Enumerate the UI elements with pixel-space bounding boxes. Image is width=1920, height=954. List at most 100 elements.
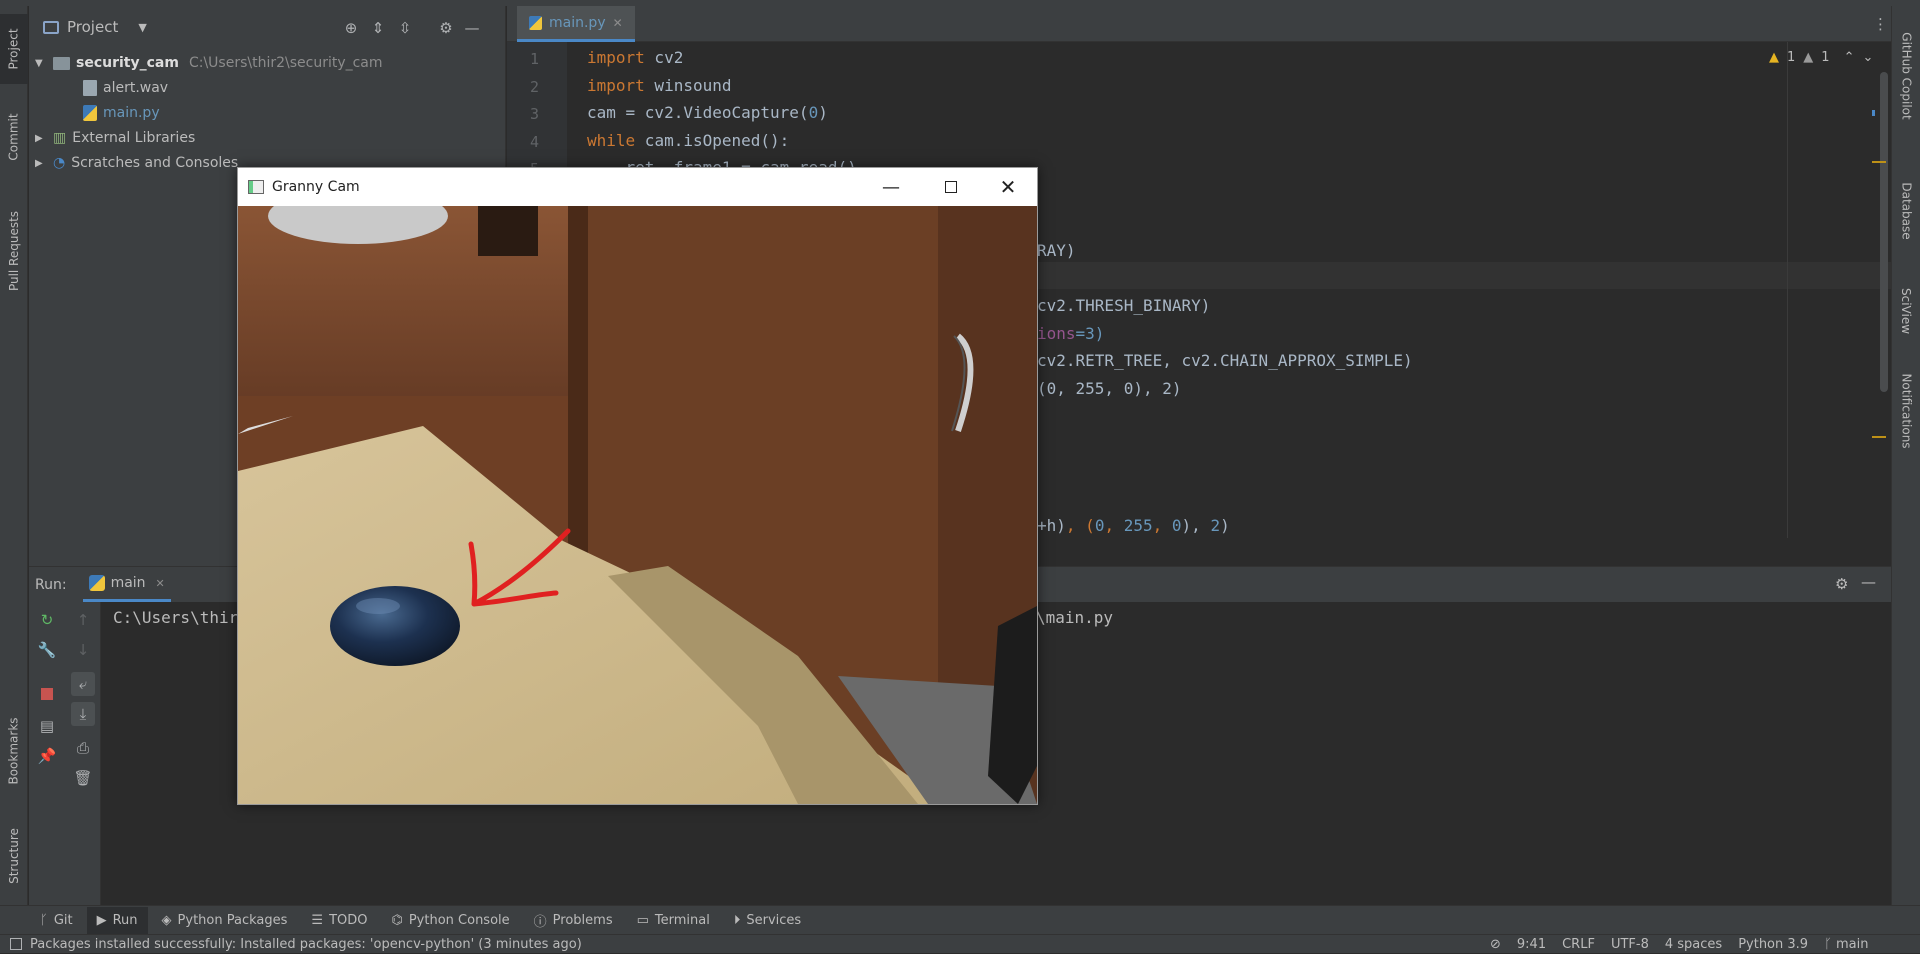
chevron-right-icon[interactable]: ▶ — [35, 133, 47, 144]
window-title-bar[interactable]: Granny Cam — ✕ — [238, 168, 1037, 206]
toolbar-git[interactable]: ᚴ Git — [30, 907, 83, 934]
ai-assistant-off-icon[interactable]: ⊘ — [1490, 937, 1501, 952]
error-stripe-mark[interactable] — [1872, 110, 1875, 116]
collapse-all-icon[interactable]: ⇳ — [395, 18, 415, 38]
tree-label: External Libraries — [72, 130, 196, 146]
file-name: main.py — [103, 105, 160, 121]
tool-tab-database[interactable]: Database — [1892, 166, 1920, 256]
play-icon: ▶ — [96, 912, 107, 928]
tool-tab-github-copilot[interactable]: GitHub Copilot — [1892, 16, 1920, 136]
toolbar-todo[interactable]: ☰ TODO — [301, 907, 377, 934]
status-square-icon[interactable] — [10, 938, 22, 950]
chevron-right-icon[interactable]: ▶ — [35, 158, 47, 169]
gear-icon[interactable]: ⚙ — [1835, 575, 1848, 593]
pin-icon[interactable]: 📌 — [35, 744, 59, 768]
expand-all-icon[interactable]: ⇕ — [368, 18, 388, 38]
library-icon: ▥ — [53, 130, 67, 146]
tool-tab-label: Database — [1899, 182, 1914, 240]
soft-wrap-icon[interactable]: ⤶ — [71, 672, 95, 696]
inspection-widget[interactable]: ▲ 1 ▲ 1 ⌃ ⌄ — [1769, 50, 1873, 65]
code-text: winsound — [644, 76, 732, 95]
caret-position[interactable]: 9:41 — [1517, 937, 1546, 952]
tool-tab-notifications[interactable]: Notifications — [1892, 361, 1920, 461]
project-title[interactable]: Project — [67, 18, 118, 36]
right-margin-guide — [1787, 42, 1788, 538]
locate-icon[interactable]: ⊕ — [341, 18, 361, 38]
vcs-branch[interactable]: ᚴ main — [1824, 937, 1868, 952]
layout-icon[interactable]: ▤ — [35, 714, 59, 738]
camera-frame-image — [238, 206, 1037, 804]
camera-feed — [238, 206, 1037, 804]
chevron-down-icon[interactable]: ⌄ — [1862, 50, 1873, 65]
scroll-to-end-icon[interactable]: ⤓ — [71, 702, 95, 726]
tool-tab-sciview[interactable]: SciView — [1892, 271, 1920, 351]
code-fragment: cv2.RETR_TREE, cv2.CHAIN_APPROX_SIMPLE) — [1037, 351, 1413, 370]
toolbar-terminal[interactable]: ▭ Terminal — [627, 907, 720, 934]
line-number: 4 — [529, 133, 539, 151]
tool-tab-pull-requests[interactable]: Pull Requests — [0, 196, 28, 306]
scratches-icon: ◔ — [53, 155, 66, 171]
arrow-up-icon[interactable]: ↑ — [71, 608, 95, 632]
toolbar-label: Services — [746, 912, 802, 928]
wrench-icon[interactable]: 🔧 — [35, 638, 59, 662]
code-param: ions — [1037, 324, 1076, 343]
root-folder-name: security_cam — [76, 55, 179, 71]
toolbar-problems[interactable]: ⓘ Problems — [524, 907, 623, 934]
chevron-down-icon[interactable]: ▼ — [138, 21, 146, 34]
chevron-down-icon[interactable]: ▼ — [35, 58, 47, 69]
more-tabs-icon[interactable]: ⋮ — [1873, 15, 1888, 33]
tool-tab-label: Project — [7, 28, 21, 70]
weak-warning-icon: ▲ — [1803, 50, 1814, 65]
python-interpreter[interactable]: Python 3.9 — [1738, 937, 1808, 952]
run-config-tab[interactable]: main ✕ — [82, 568, 171, 602]
error-stripe-mark[interactable] — [1872, 161, 1886, 163]
line-separator[interactable]: CRLF — [1562, 937, 1595, 952]
close-icon[interactable]: ✕ — [613, 16, 623, 30]
tab-main-py[interactable]: main.py ✕ — [517, 6, 635, 42]
warning-count: 1 — [1787, 50, 1796, 65]
editor-scrollbar[interactable] — [1880, 72, 1888, 392]
arrow-down-icon[interactable]: ↓ — [71, 638, 95, 662]
code-fragment: (0, 255, 0), 2) — [1037, 379, 1182, 398]
tool-tab-structure[interactable]: Structure — [0, 816, 28, 896]
toolbar-services[interactable]: ⏵ Services — [724, 907, 811, 934]
tool-tab-commit[interactable]: Commit — [0, 102, 28, 172]
gear-icon[interactable]: ⚙ — [436, 18, 456, 38]
hide-icon[interactable]: — — [462, 18, 482, 38]
print-icon[interactable]: ⎙ — [71, 736, 95, 760]
tree-external-libraries[interactable]: ▶ ▥ External Libraries — [35, 126, 195, 150]
run-label: Run: — [35, 576, 67, 593]
rerun-icon[interactable]: ↻ — [35, 608, 59, 632]
tool-tab-project[interactable]: Project — [0, 14, 28, 84]
maximize-button[interactable] — [921, 168, 981, 206]
code-text: cv2 — [644, 48, 684, 67]
error-stripe-mark[interactable] — [1872, 436, 1886, 438]
code-line: import winsound — [587, 76, 732, 95]
code-fragment: +h), (0, 255, 0), 2) — [1037, 516, 1230, 535]
toolbar-python-console[interactable]: ⌬ Python Console — [381, 907, 519, 934]
indent-setting[interactable]: 4 spaces — [1665, 937, 1722, 952]
granny-cam-window[interactable]: Granny Cam — ✕ — [237, 167, 1038, 805]
file-encoding[interactable]: UTF-8 — [1611, 937, 1649, 952]
folder-icon — [53, 56, 70, 70]
toolbar-python-packages[interactable]: ◈ Python Packages — [152, 907, 298, 934]
tree-root[interactable]: ▼ security_cam C:\Users\thir2\security_c… — [35, 51, 383, 75]
minimize-button[interactable]: — — [861, 168, 921, 206]
tree-file-alert[interactable]: alert.wav — [83, 76, 168, 100]
close-icon[interactable]: ✕ — [156, 577, 165, 590]
console-output: C:\Users\thir — [113, 608, 239, 627]
hide-icon[interactable]: — — [1861, 573, 1876, 591]
toolbar-label: Python Packages — [177, 912, 288, 928]
chevron-up-icon[interactable]: ⌃ — [1844, 50, 1855, 65]
toolbar-run[interactable]: ▶ Run — [86, 906, 148, 934]
status-message[interactable]: Packages installed successfully: Install… — [30, 937, 582, 952]
code-line: import cv2 — [587, 48, 683, 67]
close-button[interactable]: ✕ — [978, 168, 1038, 206]
stop-icon[interactable] — [35, 682, 59, 706]
tree-scratches[interactable]: ▶ ◔ Scratches and Consoles — [35, 151, 238, 175]
trash-icon[interactable]: 🗑 — [71, 766, 95, 790]
tree-file-main[interactable]: main.py — [83, 101, 160, 125]
console-output: \main.py — [1036, 608, 1114, 627]
tool-tab-bookmarks[interactable]: Bookmarks — [0, 706, 28, 796]
code-line: cam = cv2.VideoCapture(0) — [587, 103, 828, 122]
